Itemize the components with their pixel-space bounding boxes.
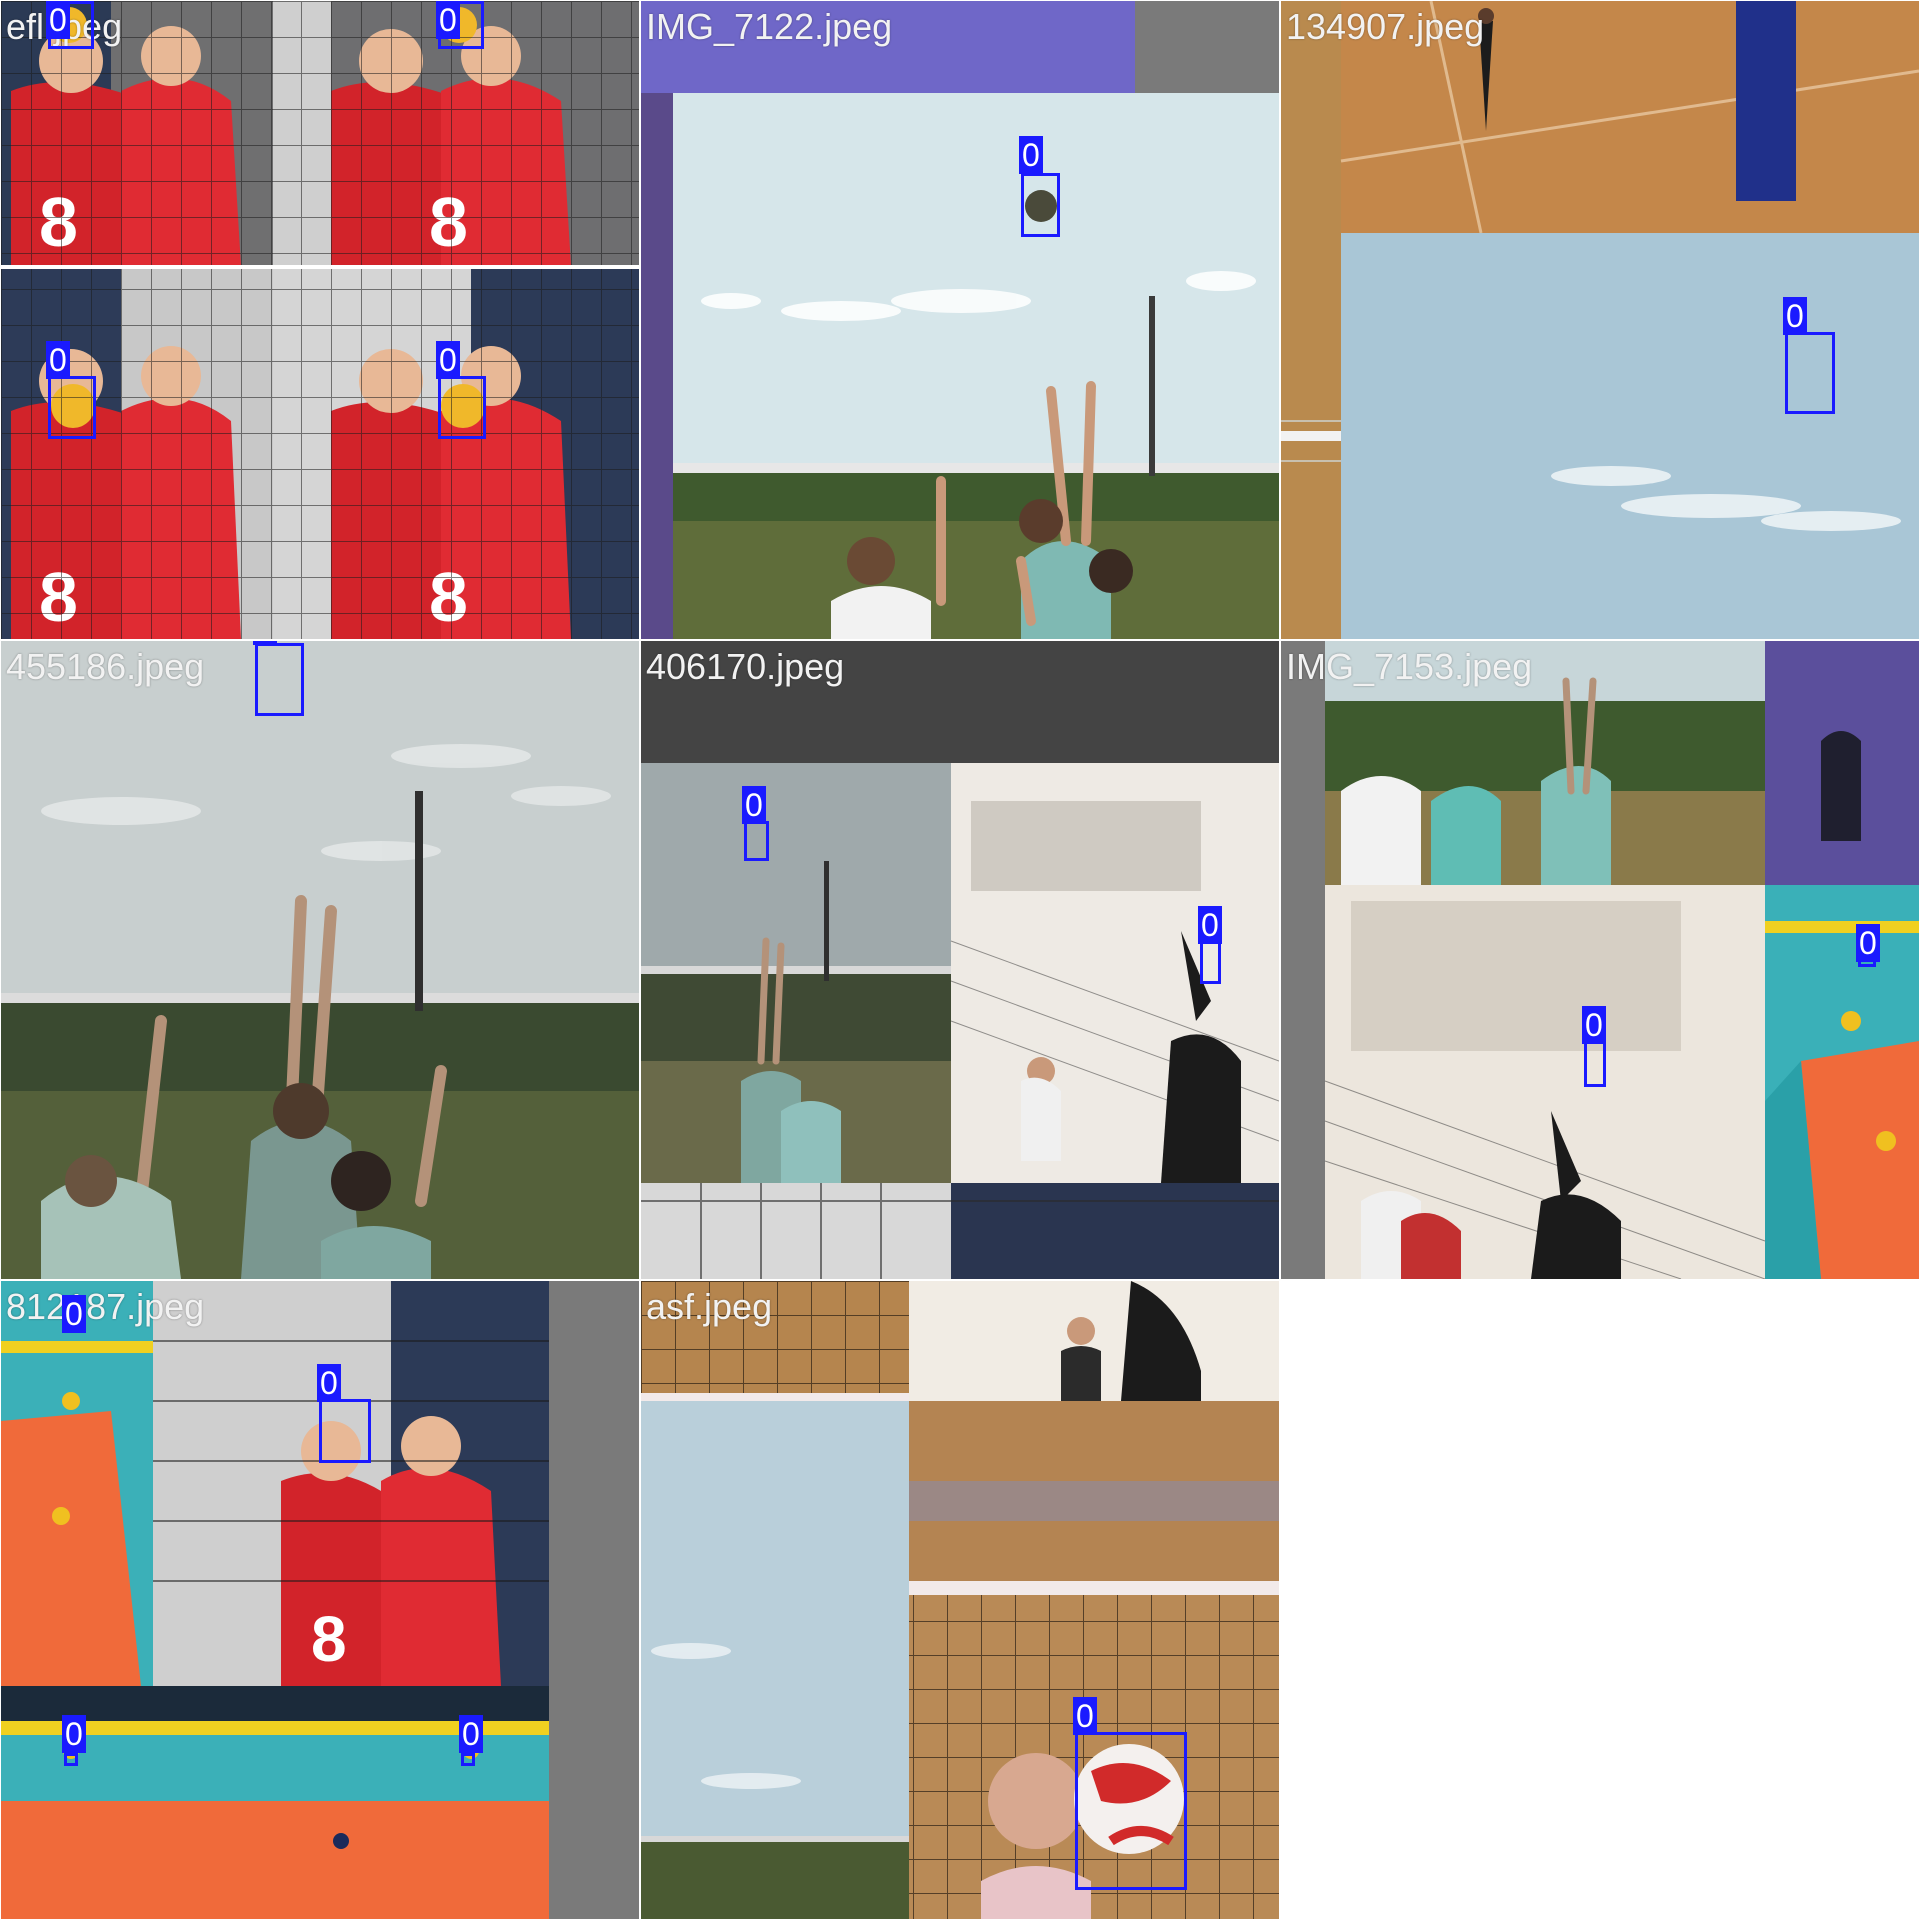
class-label: 0	[1073, 1697, 1097, 1735]
detection-box	[255, 643, 304, 716]
mosaic-tile-asf: asf.jpeg 0	[641, 1281, 1279, 1919]
class-label: 0	[62, 1715, 86, 1753]
detection-box	[1200, 941, 1221, 984]
class-label: 0	[1582, 1006, 1606, 1044]
mosaic-tile-455186: 455186.jpeg 0	[1, 641, 639, 1279]
detection-box	[744, 821, 769, 861]
class-label: 0	[436, 341, 460, 379]
detection-box	[1021, 173, 1060, 237]
detection-box	[319, 1399, 371, 1463]
detection-box	[48, 376, 96, 439]
class-label: 0	[62, 1295, 86, 1333]
tile-image-134907	[1281, 1, 1919, 639]
tile-image-406170	[641, 641, 1279, 1279]
class-label: 0	[46, 1, 70, 39]
svg-text:8: 8	[311, 1603, 347, 1675]
detection-box	[461, 1753, 475, 1766]
class-label: 0	[1856, 924, 1880, 962]
tile-filename: 134907.jpeg	[1286, 6, 1485, 47]
tile-image-img7153	[1281, 641, 1919, 1279]
class-label: 0	[317, 1364, 341, 1402]
grid-divider	[639, 0, 641, 1920]
tile-image-efl: 88 88	[1, 1, 639, 639]
detection-box	[1075, 1732, 1187, 1890]
detection-box	[438, 376, 486, 439]
class-label: 0	[436, 1, 460, 39]
detection-box	[1584, 1041, 1606, 1087]
tile-filename: IMG_7153.jpeg	[1286, 646, 1533, 687]
detection-box	[64, 1753, 78, 1766]
tile-filename: 455186.jpeg	[6, 646, 205, 687]
mosaic-tile-efl: 88 88 efl.jpeg 0 0 0 0	[1, 1, 639, 639]
class-label: 0	[253, 641, 277, 645]
tile-filename: IMG_7122.jpeg	[646, 6, 893, 47]
mosaic-tile-img7153: IMG_7153.jpeg 0 0	[1281, 641, 1919, 1279]
tile-filename: 812187.jpeg	[6, 1286, 205, 1327]
class-label: 0	[742, 786, 766, 824]
mosaic-tile-img7122: IMG_7122.jpeg 0	[641, 1, 1279, 639]
class-label: 0	[1783, 297, 1807, 335]
tile-image-455186	[1, 641, 639, 1279]
mosaic-tile-812187: 8 812187.jpeg 0 0 0 0	[1, 1281, 639, 1919]
class-label: 0	[1019, 136, 1043, 174]
tile-filename: 406170.jpeg	[646, 646, 845, 687]
tile-image-img7122	[641, 1, 1279, 639]
grid-divider	[0, 639, 1920, 641]
tile-filename: asf.jpeg	[646, 1286, 773, 1327]
mosaic-tile-134907: 134907.jpeg 0	[1281, 1, 1919, 639]
class-label: 0	[1198, 906, 1222, 944]
mosaic-tile-406170: 406170.jpeg 0 0	[641, 641, 1279, 1279]
class-label: 0	[459, 1715, 483, 1753]
class-label: 0	[46, 341, 70, 379]
detection-box	[1785, 332, 1835, 414]
grid-divider	[0, 1279, 1920, 1281]
